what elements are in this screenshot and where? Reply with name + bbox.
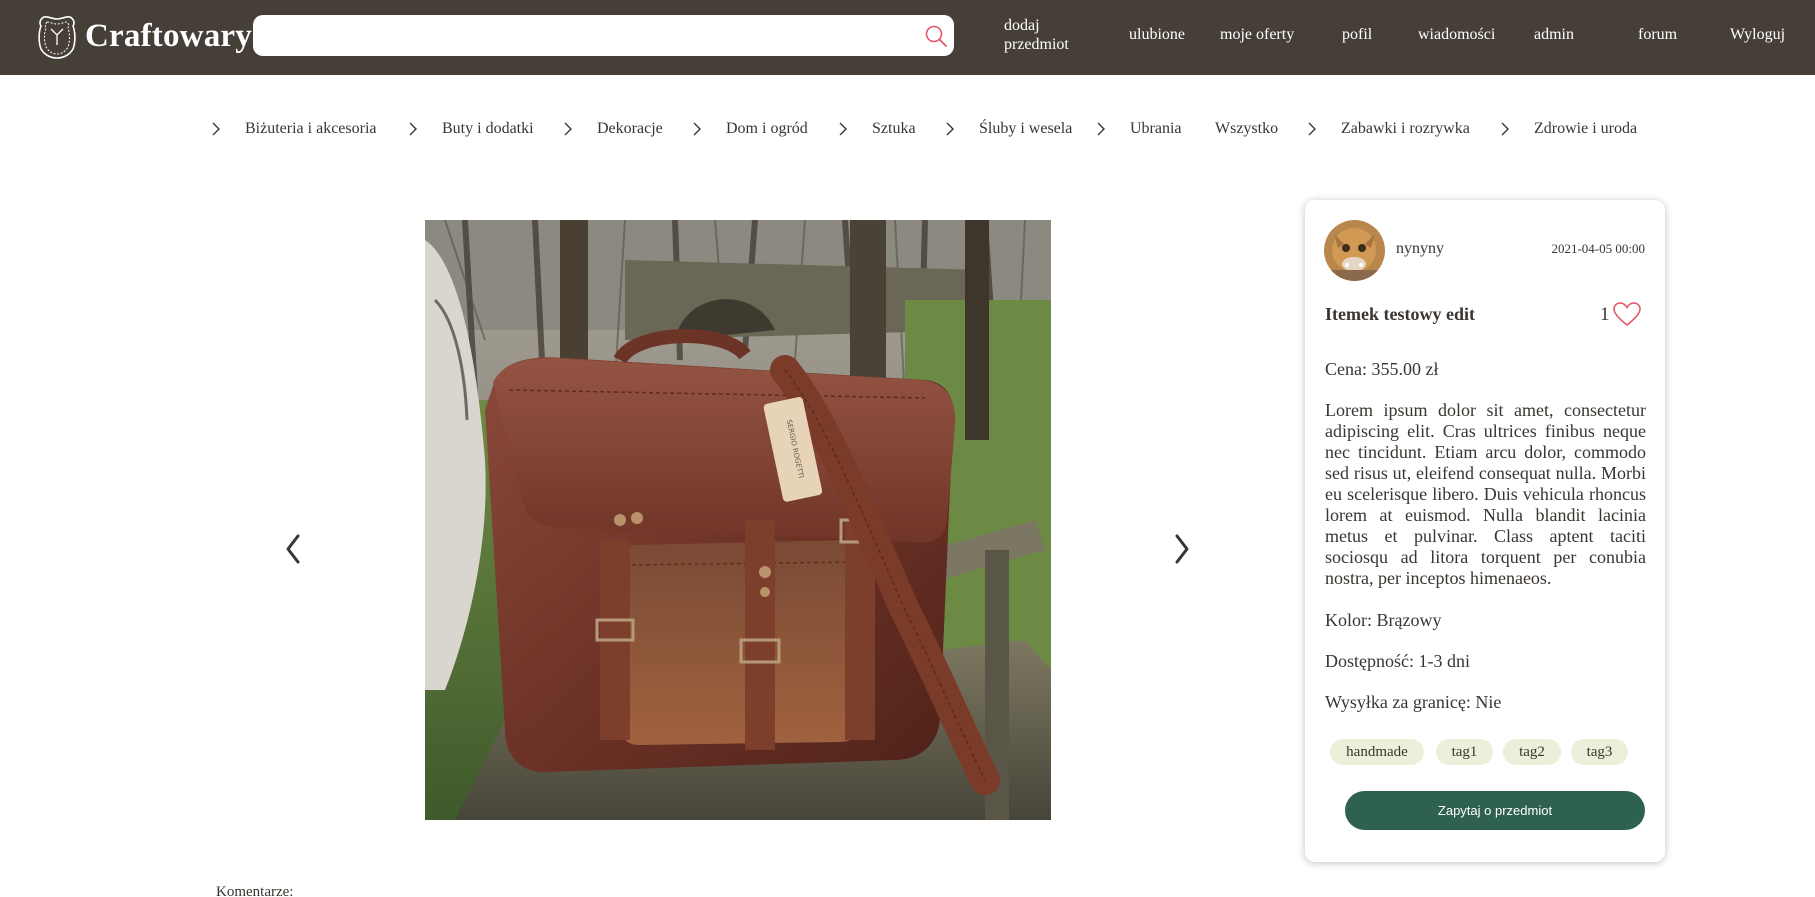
chevron-right-icon [1501,122,1509,136]
nav-add-item[interactable]: dodaj przedmiot [1004,16,1084,54]
search-bar [253,15,954,56]
search-icon[interactable] [924,24,948,48]
tag-chip[interactable]: tag1 [1436,739,1493,765]
item-shipping-abroad: Wysyłka za granicę: Nie [1325,692,1502,712]
brand-name: Craftowary [85,17,252,54]
category-item[interactable]: Ubrania [1096,118,1182,140]
category-label: Dekoracje [597,120,663,137]
category-item[interactable]: Biżuteria i akcesoria [211,118,377,140]
category-label: Śluby i wesela [979,120,1073,137]
category-label: Zdrowie i uroda [1534,120,1638,137]
category-item[interactable]: Sztuka [838,118,916,140]
category-label: Ubrania [1130,120,1182,137]
category-label: Biżuteria i akcesoria [245,120,377,137]
item-title: Itemek testowy edit [1325,304,1475,324]
chevron-right-icon [564,122,572,136]
category-label: Buty i dodatki [442,120,534,137]
category-label: Sztuka [872,120,916,137]
category-item[interactable]: Zdrowie i uroda [1500,118,1637,140]
chevron-right-icon [409,122,417,136]
category-item[interactable]: Dom i ogród [692,118,808,140]
tag-chip[interactable]: tag2 [1503,739,1561,765]
nav-forum[interactable]: forum [1638,25,1677,44]
category-label: Dom i ogród [726,120,808,137]
item-price: Cena: 355.00 zł [1325,359,1439,379]
nav-admin[interactable]: admin [1534,25,1574,44]
chevron-right-icon[interactable] [1172,532,1192,566]
category-label: Wszystko [1215,120,1279,137]
category-item[interactable]: Wszystko [1215,118,1278,140]
item-description: Lorem ipsum dolor sit amet, consectetur … [1325,400,1646,588]
comments-heading: Komentarze: [216,884,294,897]
search-input[interactable] [267,15,907,56]
category-item[interactable]: Dekoracje [563,118,663,140]
item-details-card: nynyny 2021-04-05 00:00 Itemek testowy e… [1305,200,1665,862]
nav-my-offers[interactable]: moje oferty [1220,25,1294,44]
nav-profile[interactable]: pofil [1342,25,1372,44]
avatar-image [1324,220,1385,281]
tag-chip[interactable]: handmade [1330,739,1424,765]
item-availability: Dostępność: 1-3 dni [1325,651,1470,671]
chevron-left-icon[interactable] [283,532,303,566]
category-label: Zabawki i rozrywka [1341,120,1470,137]
item-color: Kolor: Brązowy [1325,610,1442,630]
chevron-right-icon [1097,122,1105,136]
heart-icon[interactable] [1612,301,1642,327]
ask-about-item-button[interactable]: Zapytaj o przedmiot [1345,791,1645,830]
category-item[interactable]: Buty i dodatki [408,118,534,140]
likes-count: 1 [1600,304,1610,325]
chevron-right-icon [693,122,701,136]
logout-link[interactable]: Wyloguj [1730,25,1785,44]
seller-avatar[interactable] [1324,220,1385,281]
logo-icon [38,16,76,59]
chevron-right-icon [839,122,847,136]
chevron-right-icon [946,122,954,136]
category-item[interactable]: Zabawki i rozrywka [1307,118,1470,140]
nav-messages[interactable]: wiadomości [1418,25,1495,44]
brand-logo[interactable]: Craftowary [36,11,252,61]
product-photo: SERGIO ROGETTI [425,220,1051,820]
listing-date: 2021-04-05 00:00 [1551,241,1645,256]
seller-name[interactable]: nynyny [1396,240,1444,258]
product-image: SERGIO ROGETTI [425,220,1051,820]
chevron-right-icon [1308,122,1316,136]
top-navbar: Craftowary dodaj przedmiot ulubione moje… [0,0,1815,75]
category-item[interactable]: Śluby i wesela [945,118,1072,140]
chevron-right-icon [212,122,220,136]
tag-chip[interactable]: tag3 [1571,739,1628,765]
nav-favorites[interactable]: ulubione [1129,25,1185,44]
